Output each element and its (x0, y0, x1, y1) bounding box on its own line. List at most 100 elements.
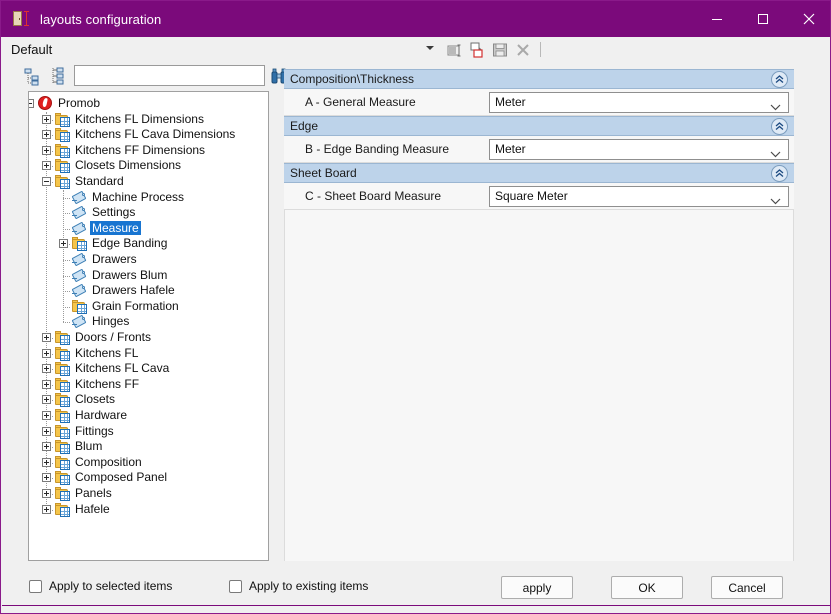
expand-node-icon[interactable] (42, 115, 51, 124)
window-controls (694, 1, 831, 37)
folder-grid-icon (55, 471, 71, 485)
layout-profile-name[interactable]: Default (11, 42, 52, 57)
tree-node[interactable]: Hardware (29, 408, 268, 424)
property-group-header[interactable]: Sheet Board (284, 163, 794, 183)
property-group-header[interactable]: Edge (284, 116, 794, 136)
property-dropdown[interactable]: Meter (489, 139, 789, 160)
expand-node-icon[interactable] (42, 130, 51, 139)
expand-tree-icon[interactable] (49, 66, 69, 86)
expand-node-icon[interactable] (42, 458, 51, 467)
expand-node-icon[interactable] (42, 349, 51, 358)
tree-node[interactable]: Edge Banding (29, 236, 268, 252)
apply-to-existing-items-checkbox[interactable]: Apply to existing items (229, 579, 368, 593)
tree-node[interactable]: Closets Dimensions (29, 158, 268, 174)
tree-node[interactable]: Closets (29, 392, 268, 408)
tree-node[interactable]: Promob (29, 96, 268, 112)
tree-node[interactable]: Measure (29, 221, 268, 237)
expand-node-icon[interactable] (42, 380, 51, 389)
property-group-header[interactable]: Composition\Thickness (284, 69, 794, 89)
property-row: A - General MeasureMeter (284, 89, 794, 116)
expand-node-icon[interactable] (42, 395, 51, 404)
delete-layout-icon[interactable] (514, 41, 532, 59)
collapse-tree-icon[interactable] (23, 66, 43, 86)
tree-node[interactable]: Kitchens FL (29, 346, 268, 362)
expand-node-icon[interactable] (42, 442, 51, 451)
door-dimension-icon (13, 10, 31, 28)
tree-node[interactable]: Composition (29, 455, 268, 471)
expand-node-icon[interactable] (42, 333, 51, 342)
tree-node[interactable]: Drawers Blum (29, 268, 268, 284)
tree-guide (63, 260, 70, 262)
chevron-double-up-icon[interactable] (771, 165, 788, 182)
tree-node-label: Composed Panel (73, 470, 169, 484)
tree-node-label: Promob (56, 96, 102, 110)
tag-icon (72, 315, 88, 329)
tree-node-label: Standard (73, 174, 126, 188)
tree-node-label: Measure (90, 221, 141, 235)
search-input[interactable] (74, 65, 265, 86)
tree-node[interactable]: Panels (29, 486, 268, 502)
expand-node-icon[interactable] (42, 427, 51, 436)
collapse-node-icon[interactable] (28, 99, 34, 108)
ok-button[interactable]: OK (611, 576, 683, 599)
maximize-button[interactable] (740, 1, 786, 37)
rename-layout-icon[interactable] (446, 41, 464, 59)
tree-node[interactable]: Kitchens FL Cava (29, 361, 268, 377)
save-layout-icon[interactable] (491, 41, 509, 59)
apply-button[interactable]: apply (501, 576, 573, 599)
close-button[interactable] (786, 1, 831, 37)
tree-node[interactable]: Hafele (29, 502, 268, 518)
tree-node[interactable]: Kitchens FL Dimensions (29, 112, 268, 128)
folder-grid-icon (55, 128, 71, 142)
property-label: B - Edge Banding Measure (284, 142, 489, 156)
folder-grid-icon (55, 487, 71, 501)
tree-node[interactable]: Composed Panel (29, 470, 268, 486)
tree-node[interactable]: Hinges (29, 314, 268, 330)
chevron-down-icon[interactable] (770, 100, 781, 114)
property-dropdown[interactable]: Square Meter (489, 186, 789, 207)
expand-node-icon[interactable] (42, 364, 51, 373)
tree-node[interactable]: Drawers (29, 252, 268, 268)
tree-node-label: Kitchens FF Dimensions (73, 143, 207, 157)
tree-node[interactable]: Fittings (29, 424, 268, 440)
expand-node-icon[interactable] (42, 489, 51, 498)
expand-node-icon[interactable] (42, 473, 51, 482)
chevron-down-icon[interactable] (426, 46, 434, 50)
tree-node[interactable]: Grain Formation (29, 299, 268, 315)
tag-icon (72, 206, 88, 220)
tree-node[interactable]: Settings (29, 205, 268, 221)
expand-node-icon[interactable] (42, 411, 51, 420)
chevron-double-up-icon[interactable] (771, 118, 788, 135)
checkbox-box[interactable] (29, 580, 42, 593)
tree-node-label: Kitchens FL Cava (73, 361, 171, 375)
chevron-down-icon[interactable] (770, 147, 781, 161)
property-dropdown[interactable]: Meter (489, 92, 789, 113)
property-label: A - General Measure (284, 95, 489, 109)
tree-node[interactable]: Drawers Hafele (29, 283, 268, 299)
tree-node[interactable]: Machine Process (29, 190, 268, 206)
tree-node[interactable]: Kitchens FL Cava Dimensions (29, 127, 268, 143)
apply-to-selected-items-checkbox[interactable]: Apply to selected items (29, 579, 172, 593)
cancel-button[interactable]: Cancel (711, 576, 783, 599)
tree-node[interactable]: Standard (29, 174, 268, 190)
chevron-double-up-icon[interactable] (771, 71, 788, 88)
tree-node[interactable]: Blum (29, 439, 268, 455)
expand-node-icon[interactable] (42, 146, 51, 155)
collapse-node-icon[interactable] (42, 177, 51, 186)
tree-node-label: Drawers Hafele (90, 283, 177, 297)
expand-node-icon[interactable] (59, 239, 68, 248)
tree-node-label: Kitchens FF (73, 377, 141, 391)
folder-grid-icon (72, 300, 88, 314)
minimize-button[interactable] (694, 1, 740, 37)
window-title: layouts configuration (40, 12, 161, 27)
layout-tree[interactable]: PromobKitchens FL DimensionsKitchens FL … (28, 91, 269, 561)
folder-grid-icon (55, 159, 71, 173)
expand-node-icon[interactable] (42, 161, 51, 170)
tree-node[interactable]: Doors / Fronts (29, 330, 268, 346)
tree-node[interactable]: Kitchens FF Dimensions (29, 143, 268, 159)
chevron-down-icon[interactable] (770, 194, 781, 208)
duplicate-layout-icon[interactable] (468, 41, 486, 59)
tree-node[interactable]: Kitchens FF (29, 377, 268, 393)
expand-node-icon[interactable] (42, 505, 51, 514)
checkbox-box[interactable] (229, 580, 242, 593)
